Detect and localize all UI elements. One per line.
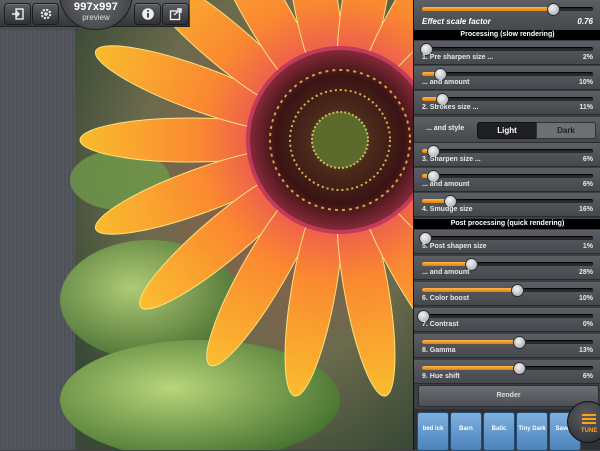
preset-label: Tiny Dark xyxy=(518,426,546,432)
slider-value: 2% xyxy=(582,54,593,61)
slider-fill xyxy=(422,7,552,11)
settings-panel: Effect scale factor 0.76 Processing (slo… xyxy=(413,0,600,451)
slider-value: 1% xyxy=(582,243,593,250)
slider-fill xyxy=(422,340,518,344)
slider-label: ... and amount xyxy=(422,181,470,188)
slider-label: ... and amount xyxy=(422,79,470,86)
slider-value: 6% xyxy=(582,373,593,380)
slider-fill xyxy=(422,288,517,292)
style-selector-row: ... and style Light Dark xyxy=(414,117,600,143)
preview-size-badge[interactable]: 997x997 preview xyxy=(59,0,133,30)
slider[interactable] xyxy=(417,310,593,323)
render-button[interactable]: Render xyxy=(418,385,599,407)
slider-label: 7. Contrast xyxy=(422,321,459,328)
slider-knob[interactable] xyxy=(512,362,526,375)
section-post-processing: Post processing (quick rendering) xyxy=(414,219,600,229)
slider-label: 5. Post shapen size xyxy=(422,243,487,250)
slider-row: 5. Post shapen size 1% xyxy=(414,230,600,254)
style-light-option[interactable]: Light xyxy=(477,122,537,139)
slider[interactable] xyxy=(422,258,593,271)
share-button[interactable] xyxy=(162,3,189,25)
import-icon xyxy=(11,8,24,20)
effect-scale-value: 0.76 xyxy=(577,17,593,26)
effect-scale-row: Effect scale factor 0.76 xyxy=(414,0,600,31)
share-icon xyxy=(169,8,182,21)
slider[interactable] xyxy=(420,43,593,56)
slider-label: 4. Smudge size xyxy=(422,206,473,213)
info-button[interactable] xyxy=(134,3,161,25)
slider[interactable] xyxy=(422,145,593,158)
effect-scale-slider[interactable] xyxy=(422,3,593,16)
slider-value: 10% xyxy=(578,295,593,302)
slider-fill xyxy=(422,366,518,370)
info-icon xyxy=(141,8,154,20)
tune-label: TUNE xyxy=(581,428,598,434)
slider-value: 0% xyxy=(582,321,593,328)
slider-value: 28% xyxy=(578,269,593,276)
slider-fill xyxy=(422,262,470,266)
preset-bar: bed ick Barn Batic Tiny Dark Save... TUN… xyxy=(414,401,600,451)
import-button[interactable] xyxy=(4,3,31,25)
preset-item[interactable]: Tiny Dark xyxy=(516,412,548,451)
slider-row: 6. Color boost 10% xyxy=(414,282,600,306)
slider-row: 2. Strokes size ... 11% xyxy=(414,91,600,115)
preset-label: Barn xyxy=(459,426,473,432)
slider-value: 6% xyxy=(582,181,593,188)
slider-knob[interactable] xyxy=(511,284,525,297)
slider-row: 9. Hue shift 6% xyxy=(414,360,600,384)
style-label: ... and style xyxy=(426,125,465,132)
preset-item[interactable]: bed ick xyxy=(417,412,449,451)
slider[interactable] xyxy=(422,336,593,349)
slider-value: 13% xyxy=(578,347,593,354)
slider-value: 11% xyxy=(579,104,593,111)
slider-row: ... and amount 10% xyxy=(414,66,600,90)
tune-icon xyxy=(582,414,596,426)
slider-row: ... and amount 28% xyxy=(414,256,600,280)
slider-value: 6% xyxy=(582,156,593,163)
slider-row: 3. Sharpen size ... 6% xyxy=(414,143,600,167)
preview-label: preview xyxy=(82,13,110,22)
preview-size: 997x997 xyxy=(73,1,119,13)
slider[interactable] xyxy=(418,232,593,245)
slider-label: 9. Hue shift xyxy=(422,373,460,380)
slider-label: 8. Gamma xyxy=(422,347,456,354)
slider-value: 10% xyxy=(578,79,593,86)
slider-knob[interactable] xyxy=(512,336,526,349)
slider-row: 1. Pre sharpen size ... 2% xyxy=(414,41,600,65)
section-processing: Processing (slow rendering) xyxy=(414,30,600,40)
preset-item[interactable]: Batic xyxy=(483,412,515,451)
slider-value: 16% xyxy=(578,206,593,213)
slider-row: 8. Gamma 13% xyxy=(414,334,600,358)
top-toolbar: 997x997 preview xyxy=(0,0,190,30)
slider[interactable] xyxy=(422,170,593,183)
preset-label: Batic xyxy=(491,426,507,432)
preset-item[interactable]: Barn xyxy=(450,412,482,451)
slider[interactable] xyxy=(422,284,593,297)
slider[interactable] xyxy=(422,362,593,375)
gear-icon xyxy=(40,8,51,20)
slider[interactable] xyxy=(422,195,593,208)
style-dark-option[interactable]: Dark xyxy=(536,122,596,139)
slider-label: ... and amount xyxy=(422,269,470,276)
preset-label: bed ick xyxy=(422,426,444,432)
sunflower-image xyxy=(60,0,413,450)
slider-row: ... and amount 6% xyxy=(414,168,600,192)
slider-label: 1. Pre sharpen size ... xyxy=(422,54,494,61)
slider[interactable] xyxy=(422,68,593,81)
slider-label: 2. Strokes size ... xyxy=(422,104,479,111)
slider-row: 7. Contrast 0% xyxy=(414,308,600,332)
slider-row: 4. Smudge size 16% xyxy=(414,193,600,217)
slider-label: 6. Color boost xyxy=(422,295,470,302)
image-canvas[interactable] xyxy=(0,0,413,450)
settings-button[interactable] xyxy=(32,3,59,25)
effect-scale-label: Effect scale factor xyxy=(422,17,491,26)
slider-label: 3. Sharpen size ... xyxy=(422,156,481,163)
slider-knob[interactable] xyxy=(546,3,560,16)
slider[interactable] xyxy=(422,93,593,106)
